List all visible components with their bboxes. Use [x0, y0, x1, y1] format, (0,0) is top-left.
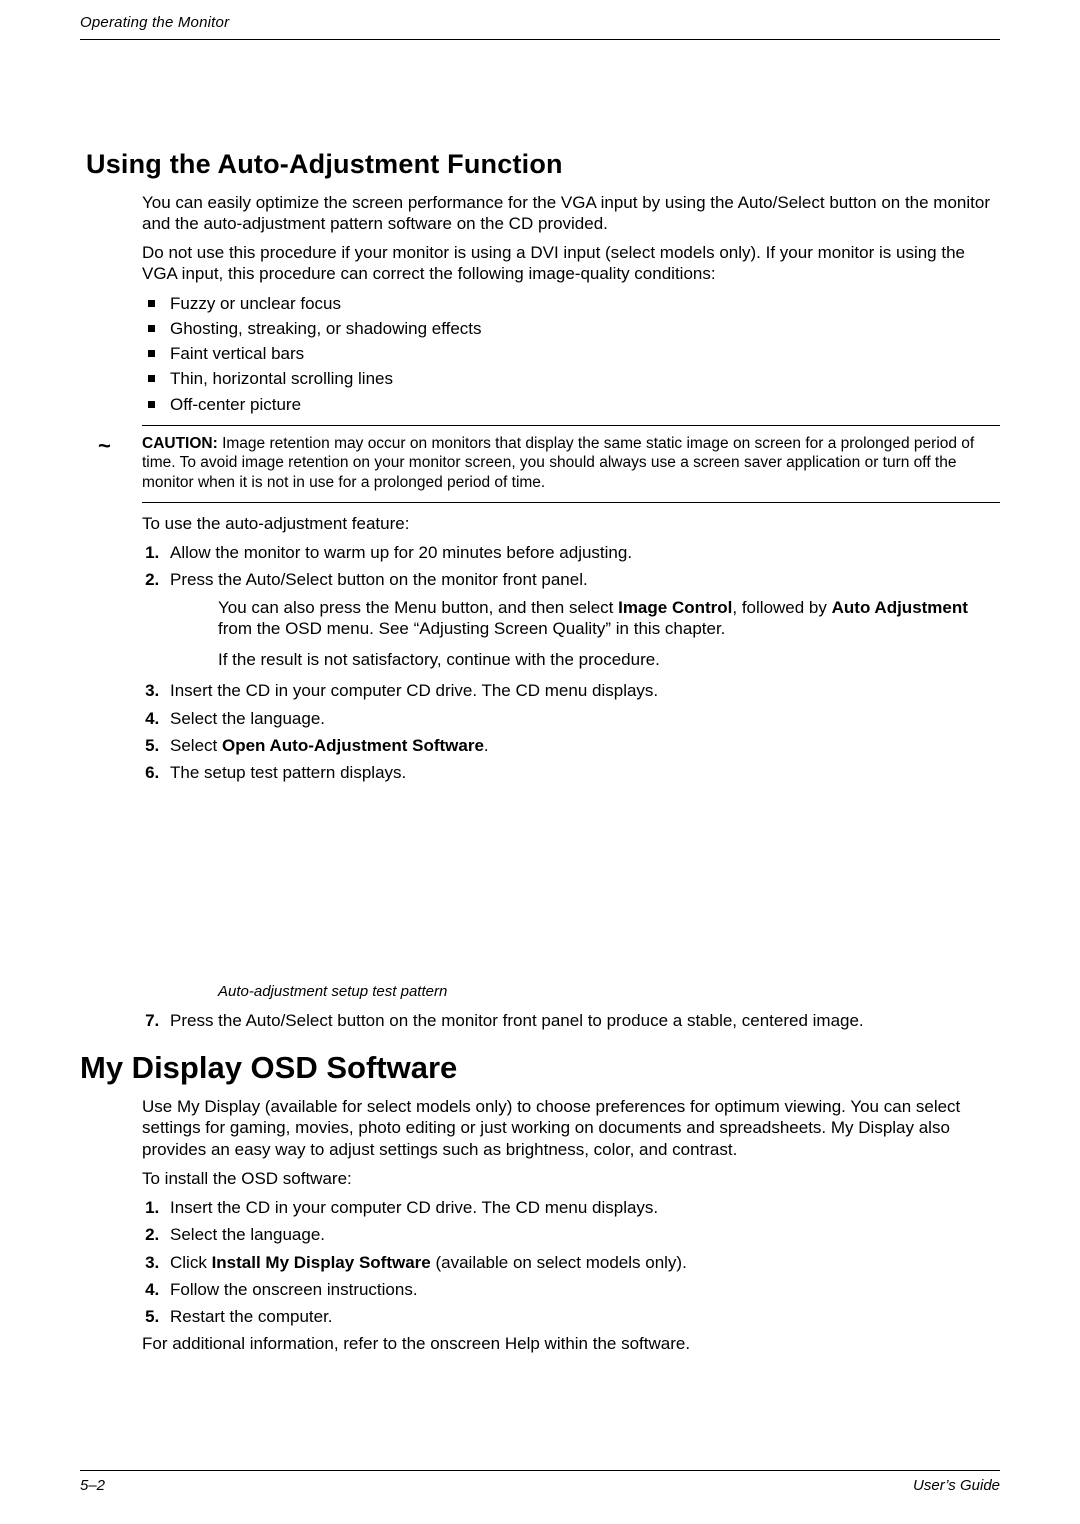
paragraph: To use the auto-adjustment feature: [142, 513, 1000, 534]
text: . [484, 736, 489, 755]
text: You can also press the Menu button, and … [218, 598, 618, 617]
list-item: Off-center picture [170, 394, 1000, 415]
step-text: Restart the computer. [170, 1307, 333, 1326]
step-text: Insert the CD in your computer CD drive.… [170, 681, 658, 700]
step-item: Press the Auto/Select button on the moni… [164, 569, 1000, 670]
page-footer: 5–2 User’s Guide [80, 1470, 1000, 1496]
list-item: Ghosting, streaking, or shadowing effect… [170, 318, 1000, 339]
section-heading-my-display: My Display OSD Software [80, 1049, 1000, 1088]
step-text: Insert the CD in your computer CD drive.… [170, 1198, 658, 1217]
bold-text: Image Control [618, 598, 732, 617]
step-item: Select the language. [164, 1224, 1000, 1245]
step-text: Select the language. [170, 709, 325, 728]
step-item: Insert the CD in your computer CD drive.… [164, 680, 1000, 701]
ordered-steps-2: Insert the CD in your computer CD drive.… [164, 1197, 1000, 1327]
sub-paragraph: If the result is not satisfactory, conti… [218, 649, 1000, 670]
page-content: Using the Auto-Adjustment Function You c… [80, 40, 1000, 1355]
caution-text: Image retention may occur on monitors th… [142, 435, 974, 491]
figure-caption: Auto-adjustment setup test pattern [218, 983, 1000, 1002]
page: Operating the Monitor Using the Auto-Adj… [0, 0, 1080, 1524]
list-item: Thin, horizontal scrolling lines [170, 368, 1000, 389]
ordered-steps-1: Allow the monitor to warm up for 20 minu… [164, 542, 1000, 1031]
paragraph: For additional information, refer to the… [142, 1333, 1000, 1354]
paragraph: You can easily optimize the screen perfo… [142, 192, 1000, 235]
step-item: Select the language. [164, 708, 1000, 729]
step-text: Select the language. [170, 1225, 325, 1244]
step-item: Restart the computer. [164, 1306, 1000, 1327]
footer-guide-label: User’s Guide [913, 1477, 1000, 1496]
bold-text: Install My Display Software [212, 1253, 431, 1272]
caution-icon: ~ [98, 432, 111, 460]
text: , followed by [732, 598, 831, 617]
text: from the OSD menu. See “Adjusting Screen… [218, 619, 725, 638]
list-item: Faint vertical bars [170, 343, 1000, 364]
step-text: Press the Auto/Select button on the moni… [170, 1011, 864, 1030]
bullet-list: Fuzzy or unclear focus Ghosting, streaki… [170, 293, 1000, 415]
step-item: Click Install My Display Software (avail… [164, 1252, 1000, 1273]
paragraph: Use My Display (available for select mod… [142, 1096, 1000, 1160]
step-item: Select Open Auto-Adjustment Software. [164, 735, 1000, 756]
step-text: Follow the onscreen instructions. [170, 1280, 418, 1299]
page-number: 5–2 [80, 1477, 105, 1496]
list-item: Fuzzy or unclear focus [170, 293, 1000, 314]
step-subtext: You can also press the Menu button, and … [218, 597, 1000, 671]
step-item: Insert the CD in your computer CD drive.… [164, 1197, 1000, 1218]
step-text: The setup test pattern displays. [170, 763, 406, 782]
step-text: Allow the monitor to warm up for 20 minu… [170, 543, 632, 562]
text: (available on select models only). [431, 1253, 687, 1272]
bold-text: Auto Adjustment [832, 598, 968, 617]
step-item: The setup test pattern displays. Auto-ad… [164, 762, 1000, 1002]
step-item: Follow the onscreen instructions. [164, 1279, 1000, 1300]
section-body-1b: To use the auto-adjustment feature: Allo… [142, 513, 1000, 1032]
running-header: Operating the Monitor [80, 0, 1000, 40]
sub-paragraph: You can also press the Menu button, and … [218, 597, 1000, 640]
paragraph: Do not use this procedure if your monito… [142, 242, 1000, 285]
section-body-2: Use My Display (available for select mod… [142, 1096, 1000, 1355]
step-text: Press the Auto/Select button on the moni… [170, 570, 588, 589]
step-item: Allow the monitor to warm up for 20 minu… [164, 542, 1000, 563]
section-heading-auto-adjustment: Using the Auto-Adjustment Function [86, 148, 1000, 182]
paragraph: To install the OSD software: [142, 1168, 1000, 1189]
section-body-1: You can easily optimize the screen perfo… [142, 192, 1000, 415]
caution-label: CAUTION: [142, 435, 218, 452]
step-item: Press the Auto/Select button on the moni… [164, 1010, 1000, 1031]
text: Select [170, 736, 222, 755]
bold-text: Open Auto-Adjustment Software [222, 736, 484, 755]
text: Click [170, 1253, 212, 1272]
caution-block: ~ CAUTION: Image retention may occur on … [142, 425, 1000, 503]
